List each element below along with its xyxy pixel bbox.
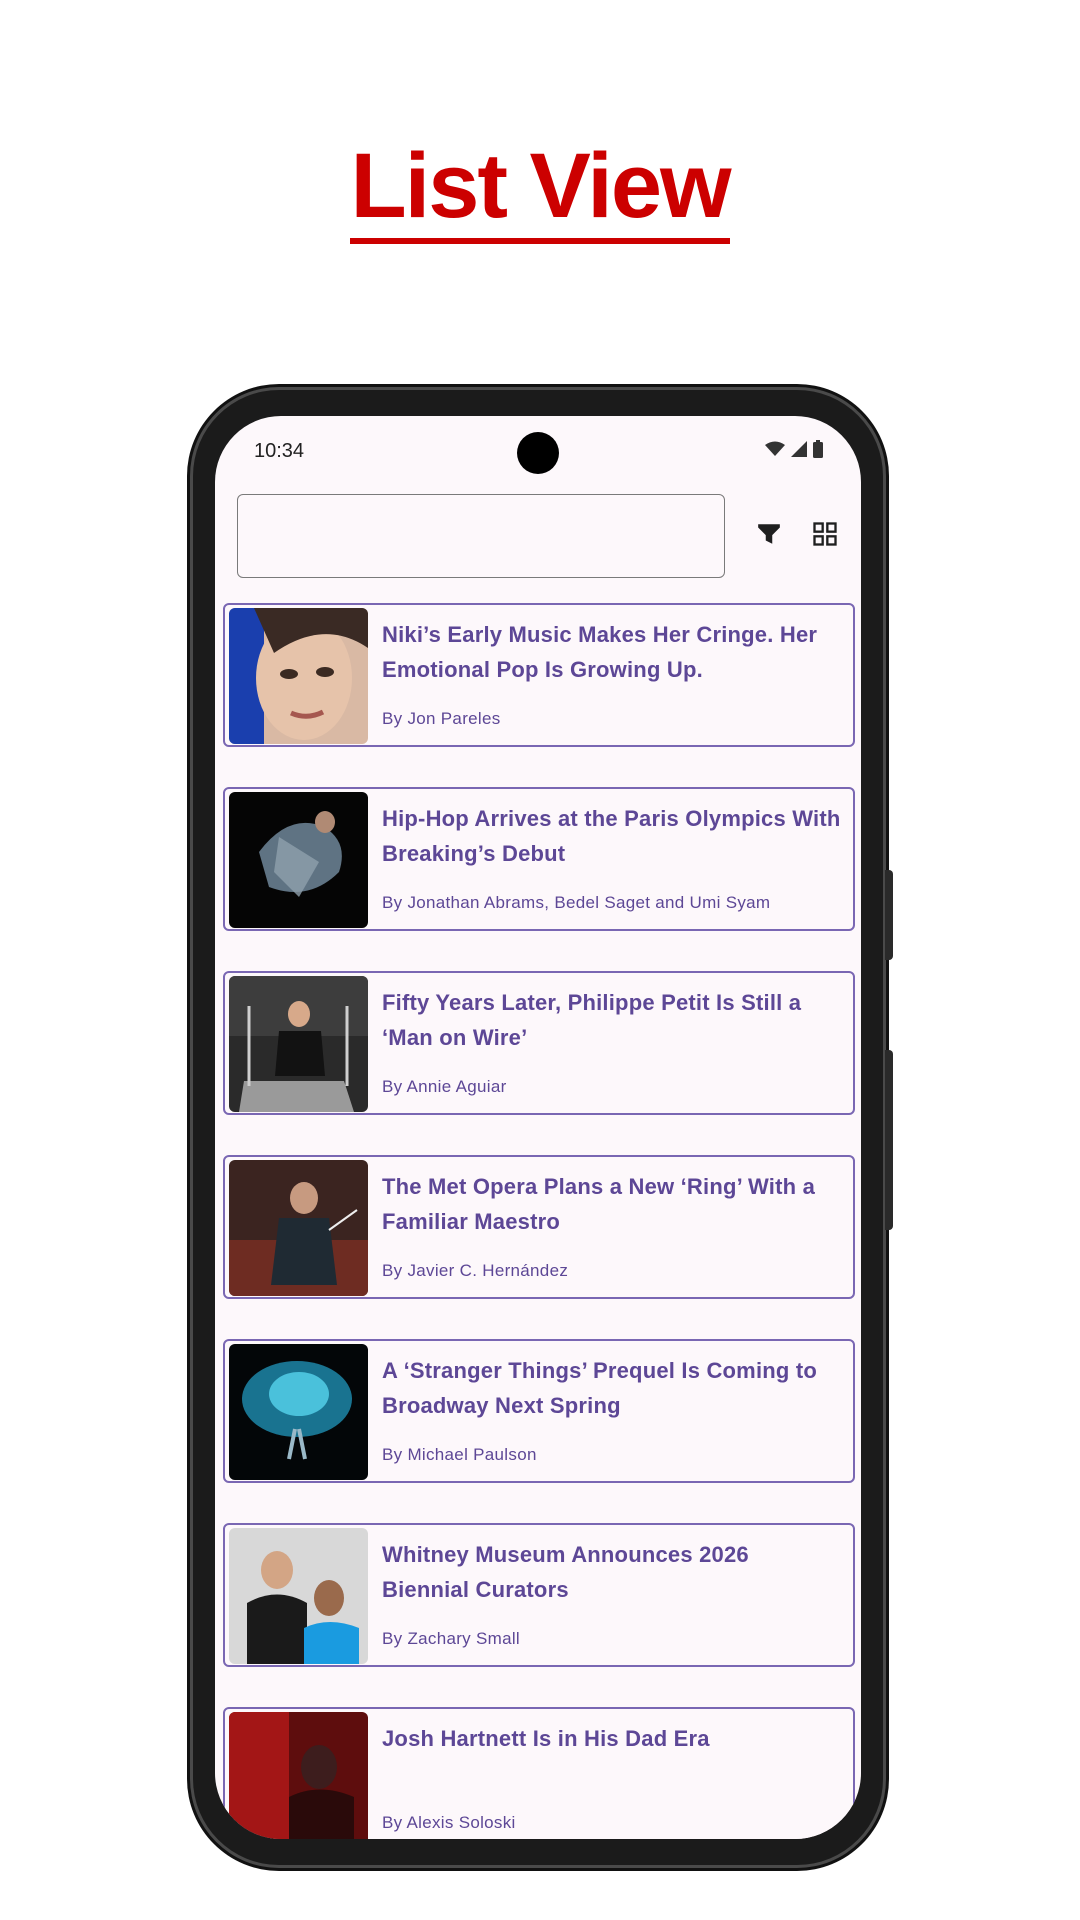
- article-author: By Zachary Small: [382, 1629, 521, 1648]
- promo-page: List View 10:34 Niki’s Early Music Makes…: [0, 0, 1080, 1920]
- article-card[interactable]: Josh Hartnett Is in His Dad Era By Alexi…: [223, 1707, 855, 1839]
- search-input[interactable]: [237, 494, 725, 578]
- article-card[interactable]: Niki’s Early Music Makes Her Cringe. Her…: [223, 603, 855, 747]
- status-time: 10:34: [254, 440, 305, 462]
- article-thumbnail: [229, 1712, 368, 1839]
- grid-view-icon: [811, 520, 839, 552]
- article-thumbnail: [229, 608, 368, 744]
- article-thumbnail: [229, 792, 368, 928]
- article-card[interactable]: Hip-Hop Arrives at the Paris Olympics Wi…: [223, 787, 855, 931]
- article-author: By Alexis Soloski: [382, 1813, 516, 1832]
- volume-button: [885, 870, 893, 960]
- article-thumbnail: [229, 976, 368, 1112]
- article-card[interactable]: Whitney Museum Announces 2026 Biennial C…: [223, 1523, 855, 1667]
- article-title: Fifty Years Later, Philippe Petit Is Sti…: [382, 990, 802, 1050]
- article-card[interactable]: A ‘Stranger Things’ Prequel Is Coming to…: [223, 1339, 855, 1483]
- article-thumbnail: [229, 1160, 368, 1296]
- article-title: A ‘Stranger Things’ Prequel Is Coming to…: [382, 1358, 818, 1418]
- front-camera: [517, 432, 559, 474]
- grid-view-button[interactable]: [801, 512, 849, 560]
- article-thumbnail: [229, 1344, 368, 1480]
- article-title: Josh Hartnett Is in His Dad Era: [382, 1726, 710, 1751]
- status-icons: [765, 440, 823, 462]
- headline-text: List View: [350, 140, 732, 244]
- article-card[interactable]: The Met Opera Plans a New ‘Ring’ With a …: [223, 1155, 855, 1299]
- article-author: By Annie Aguiar: [382, 1077, 507, 1096]
- article-card[interactable]: Fifty Years Later, Philippe Petit Is Sti…: [223, 971, 855, 1115]
- battery-icon: [813, 440, 823, 462]
- article-author: By Jon Pareles: [382, 709, 501, 728]
- article-title: Whitney Museum Announces 2026 Biennial C…: [382, 1542, 749, 1602]
- article-author: By Michael Paulson: [382, 1445, 537, 1464]
- filter-button[interactable]: [745, 512, 793, 560]
- signal-icon: [791, 441, 807, 461]
- filter-icon: [756, 521, 782, 551]
- phone-frame: 10:34 Niki’s Early Music Makes Her Cring…: [193, 390, 893, 1865]
- wifi-icon: [765, 441, 785, 461]
- phone-screen: 10:34 Niki’s Early Music Makes Her Cring…: [215, 416, 861, 1839]
- status-bar: 10:34: [215, 416, 861, 486]
- article-author: By Jonathan Abrams, Bedel Saget and Umi …: [382, 893, 771, 912]
- article-title: Hip-Hop Arrives at the Paris Olympics Wi…: [382, 806, 841, 866]
- power-button: [885, 1050, 893, 1230]
- article-thumbnail: [229, 1528, 368, 1664]
- toolbar: [237, 494, 837, 582]
- article-title: The Met Opera Plans a New ‘Ring’ With a …: [382, 1174, 816, 1234]
- headline: List View: [0, 140, 1080, 244]
- article-author: By Javier C. Hernández: [382, 1261, 569, 1280]
- article-title: Niki’s Early Music Makes Her Cringe. Her…: [382, 622, 818, 682]
